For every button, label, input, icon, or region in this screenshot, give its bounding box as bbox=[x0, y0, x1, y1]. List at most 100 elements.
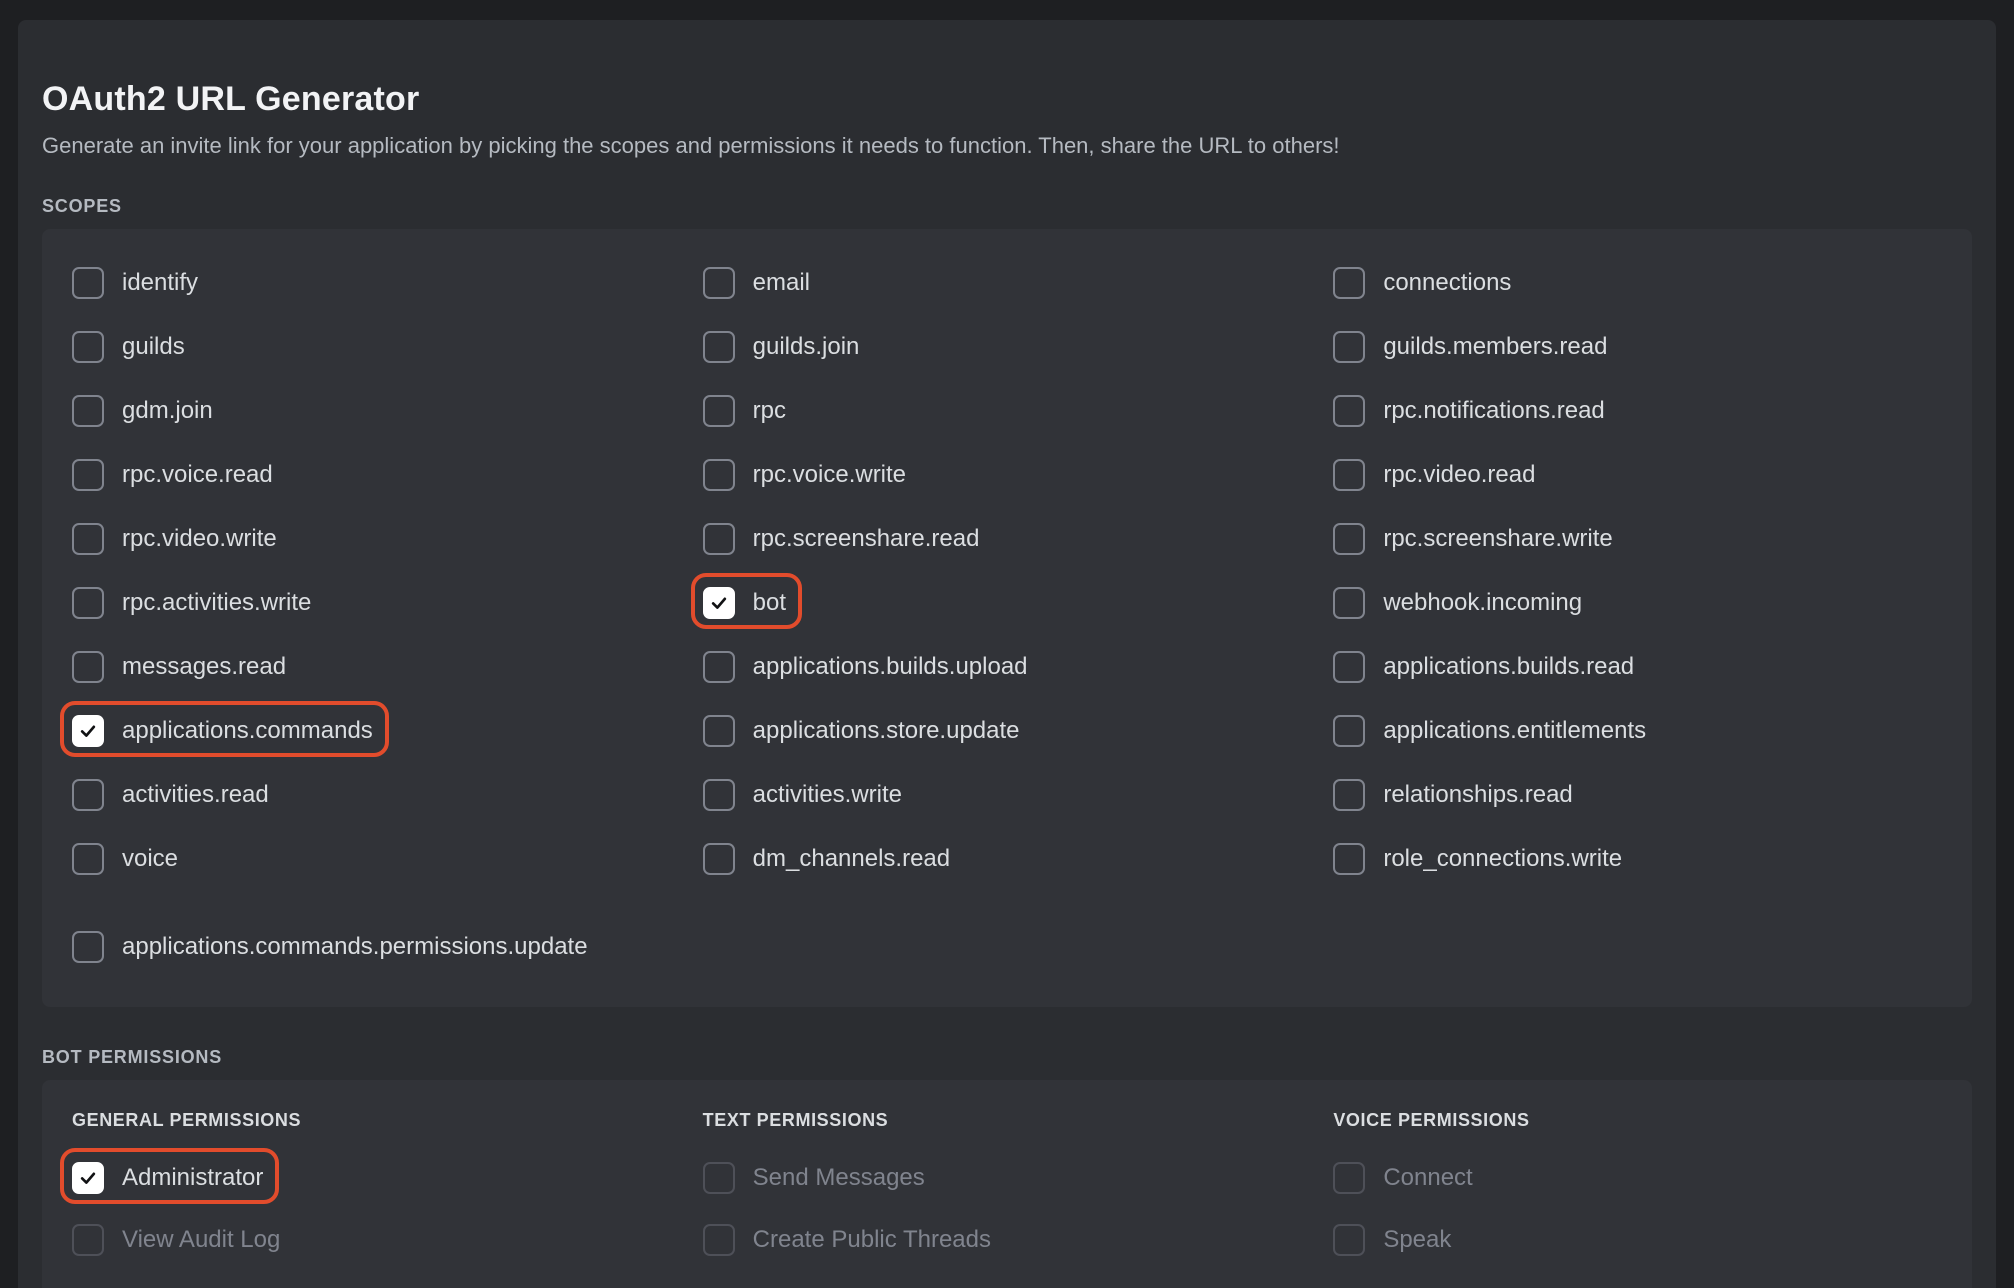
permission-checkbox bbox=[1333, 1162, 1365, 1194]
scope-label: connections bbox=[1383, 269, 1511, 297]
scope-label: rpc.video.write bbox=[122, 525, 277, 553]
scope-checkbox[interactable] bbox=[703, 843, 735, 875]
scope-row: applications.entitlements bbox=[1333, 699, 1944, 763]
scopes-panel: identify guilds gdm.join rpc.voice.read rpc.… bbox=[42, 229, 1972, 1007]
scope-checkbox[interactable] bbox=[703, 395, 735, 427]
scope-row: rpc.activities.write bbox=[72, 571, 683, 635]
scope-row: gdm.join bbox=[72, 379, 683, 443]
scope-checkbox[interactable] bbox=[1333, 843, 1365, 875]
check-icon bbox=[78, 1168, 98, 1188]
scope-checkbox[interactable] bbox=[72, 715, 104, 747]
bot-permissions-section-label: BOT PERMISSIONS bbox=[42, 1047, 1972, 1068]
scope-row: voice bbox=[72, 827, 683, 891]
scope-checkbox[interactable] bbox=[72, 267, 104, 299]
page-subtitle: Generate an invite link for your applica… bbox=[42, 131, 1972, 162]
scope-row: rpc.voice.read bbox=[72, 443, 683, 507]
permissions-column: GENERAL PERMISSIONS Administrator View Aud… bbox=[72, 1110, 683, 1271]
scope-checkbox[interactable] bbox=[1333, 779, 1365, 811]
scope-checkbox[interactable] bbox=[1333, 395, 1365, 427]
permissions-column-header: GENERAL PERMISSIONS bbox=[72, 1110, 683, 1131]
scope-label: identify bbox=[122, 269, 198, 297]
permission-label: Administrator bbox=[122, 1164, 263, 1192]
scope-checkbox[interactable] bbox=[72, 587, 104, 619]
scope-label: relationships.read bbox=[1383, 781, 1572, 809]
scope-label: activities.write bbox=[753, 781, 902, 809]
scope-row: rpc.screenshare.read bbox=[703, 507, 1314, 571]
scope-checkbox[interactable] bbox=[703, 715, 735, 747]
scope-checkbox[interactable] bbox=[703, 651, 735, 683]
scope-checkbox[interactable] bbox=[1333, 331, 1365, 363]
scope-checkbox[interactable] bbox=[703, 779, 735, 811]
scopes-column: identify guilds gdm.join rpc.voice.read rpc.… bbox=[72, 251, 683, 891]
permission-checkbox bbox=[1333, 1224, 1365, 1256]
scope-row: webhook.incoming bbox=[1333, 571, 1944, 635]
scope-checkbox[interactable] bbox=[72, 523, 104, 555]
scopes-section-label: SCOPES bbox=[42, 196, 1972, 217]
scope-label: email bbox=[753, 269, 810, 297]
permission-row: Connect bbox=[1333, 1147, 1944, 1209]
scope-checkbox[interactable] bbox=[703, 331, 735, 363]
permission-label: Speak bbox=[1383, 1226, 1451, 1254]
scope-checkbox[interactable] bbox=[72, 331, 104, 363]
permission-row: Administrator bbox=[72, 1147, 683, 1209]
scope-row: rpc.video.read bbox=[1333, 443, 1944, 507]
scope-checkbox[interactable] bbox=[1333, 587, 1365, 619]
permission-row: View Audit Log bbox=[72, 1209, 683, 1271]
scope-checkbox[interactable] bbox=[72, 779, 104, 811]
scope-row: bot bbox=[703, 571, 1314, 635]
scope-label: guilds.members.read bbox=[1383, 333, 1607, 361]
scope-label: applications.commands.permissions.update bbox=[122, 933, 588, 961]
scope-row: applications.commands bbox=[72, 699, 683, 763]
scope-row: applications.store.update bbox=[703, 699, 1314, 763]
scope-row: role_connections.write bbox=[1333, 827, 1944, 891]
bot-permissions-panel: GENERAL PERMISSIONS Administrator View Aud… bbox=[42, 1080, 1972, 1288]
scope-label: activities.read bbox=[122, 781, 269, 809]
permissions-column: TEXT PERMISSIONSSend MessagesCreate Publ… bbox=[703, 1110, 1314, 1271]
scope-label: rpc.screenshare.read bbox=[753, 525, 980, 553]
permission-checkbox bbox=[72, 1224, 104, 1256]
page-title: OAuth2 URL Generator bbox=[42, 80, 1972, 119]
scope-checkbox[interactable] bbox=[72, 843, 104, 875]
scope-checkbox[interactable] bbox=[1333, 267, 1365, 299]
scope-label: guilds bbox=[122, 333, 185, 361]
scopes-column: connections guilds.members.read rpc.notifi… bbox=[1333, 251, 1944, 891]
scope-row: guilds bbox=[72, 315, 683, 379]
scope-label: gdm.join bbox=[122, 397, 213, 425]
permissions-column: VOICE PERMISSIONSConnectSpeak bbox=[1333, 1110, 1944, 1271]
scope-checkbox[interactable] bbox=[1333, 459, 1365, 491]
scope-row: identify bbox=[72, 251, 683, 315]
scope-checkbox[interactable] bbox=[72, 931, 104, 963]
scopes-column: emailguilds.joinrpcrpc.voice.writerpc.sc… bbox=[703, 251, 1314, 891]
scope-label: applications.builds.upload bbox=[753, 653, 1028, 681]
scope-checkbox[interactable] bbox=[703, 267, 735, 299]
scope-checkbox[interactable] bbox=[703, 587, 735, 619]
scope-label: applications.builds.read bbox=[1383, 653, 1634, 681]
scope-label: rpc.activities.write bbox=[122, 589, 311, 617]
permission-row: Send Messages bbox=[703, 1147, 1314, 1209]
scope-row: rpc.video.write bbox=[72, 507, 683, 571]
scope-label: role_connections.write bbox=[1383, 845, 1622, 873]
permission-checkbox[interactable] bbox=[72, 1162, 104, 1194]
scope-checkbox[interactable] bbox=[703, 523, 735, 555]
scope-label: rpc.voice.write bbox=[753, 461, 906, 489]
scope-label: applications.commands bbox=[122, 717, 373, 745]
check-icon bbox=[709, 593, 729, 613]
scope-checkbox[interactable] bbox=[1333, 651, 1365, 683]
scope-row: email bbox=[703, 251, 1314, 315]
permission-label: Send Messages bbox=[753, 1164, 925, 1192]
scope-row: applications.builds.read bbox=[1333, 635, 1944, 699]
scope-label: rpc.notifications.read bbox=[1383, 397, 1604, 425]
scope-checkbox[interactable] bbox=[703, 459, 735, 491]
scope-checkbox[interactable] bbox=[72, 651, 104, 683]
scope-checkbox[interactable] bbox=[72, 395, 104, 427]
scope-label: voice bbox=[122, 845, 178, 873]
scope-row: applications.commands.permissions.update bbox=[72, 915, 1944, 979]
scope-checkbox[interactable] bbox=[1333, 715, 1365, 747]
permission-row: Create Public Threads bbox=[703, 1209, 1314, 1271]
scope-row: messages.read bbox=[72, 635, 683, 699]
scope-row: rpc.notifications.read bbox=[1333, 379, 1944, 443]
oauth2-url-generator-panel: OAuth2 URL Generator Generate an invite … bbox=[18, 20, 1996, 1288]
scope-checkbox[interactable] bbox=[1333, 523, 1365, 555]
scope-checkbox[interactable] bbox=[72, 459, 104, 491]
scope-row: relationships.read bbox=[1333, 763, 1944, 827]
